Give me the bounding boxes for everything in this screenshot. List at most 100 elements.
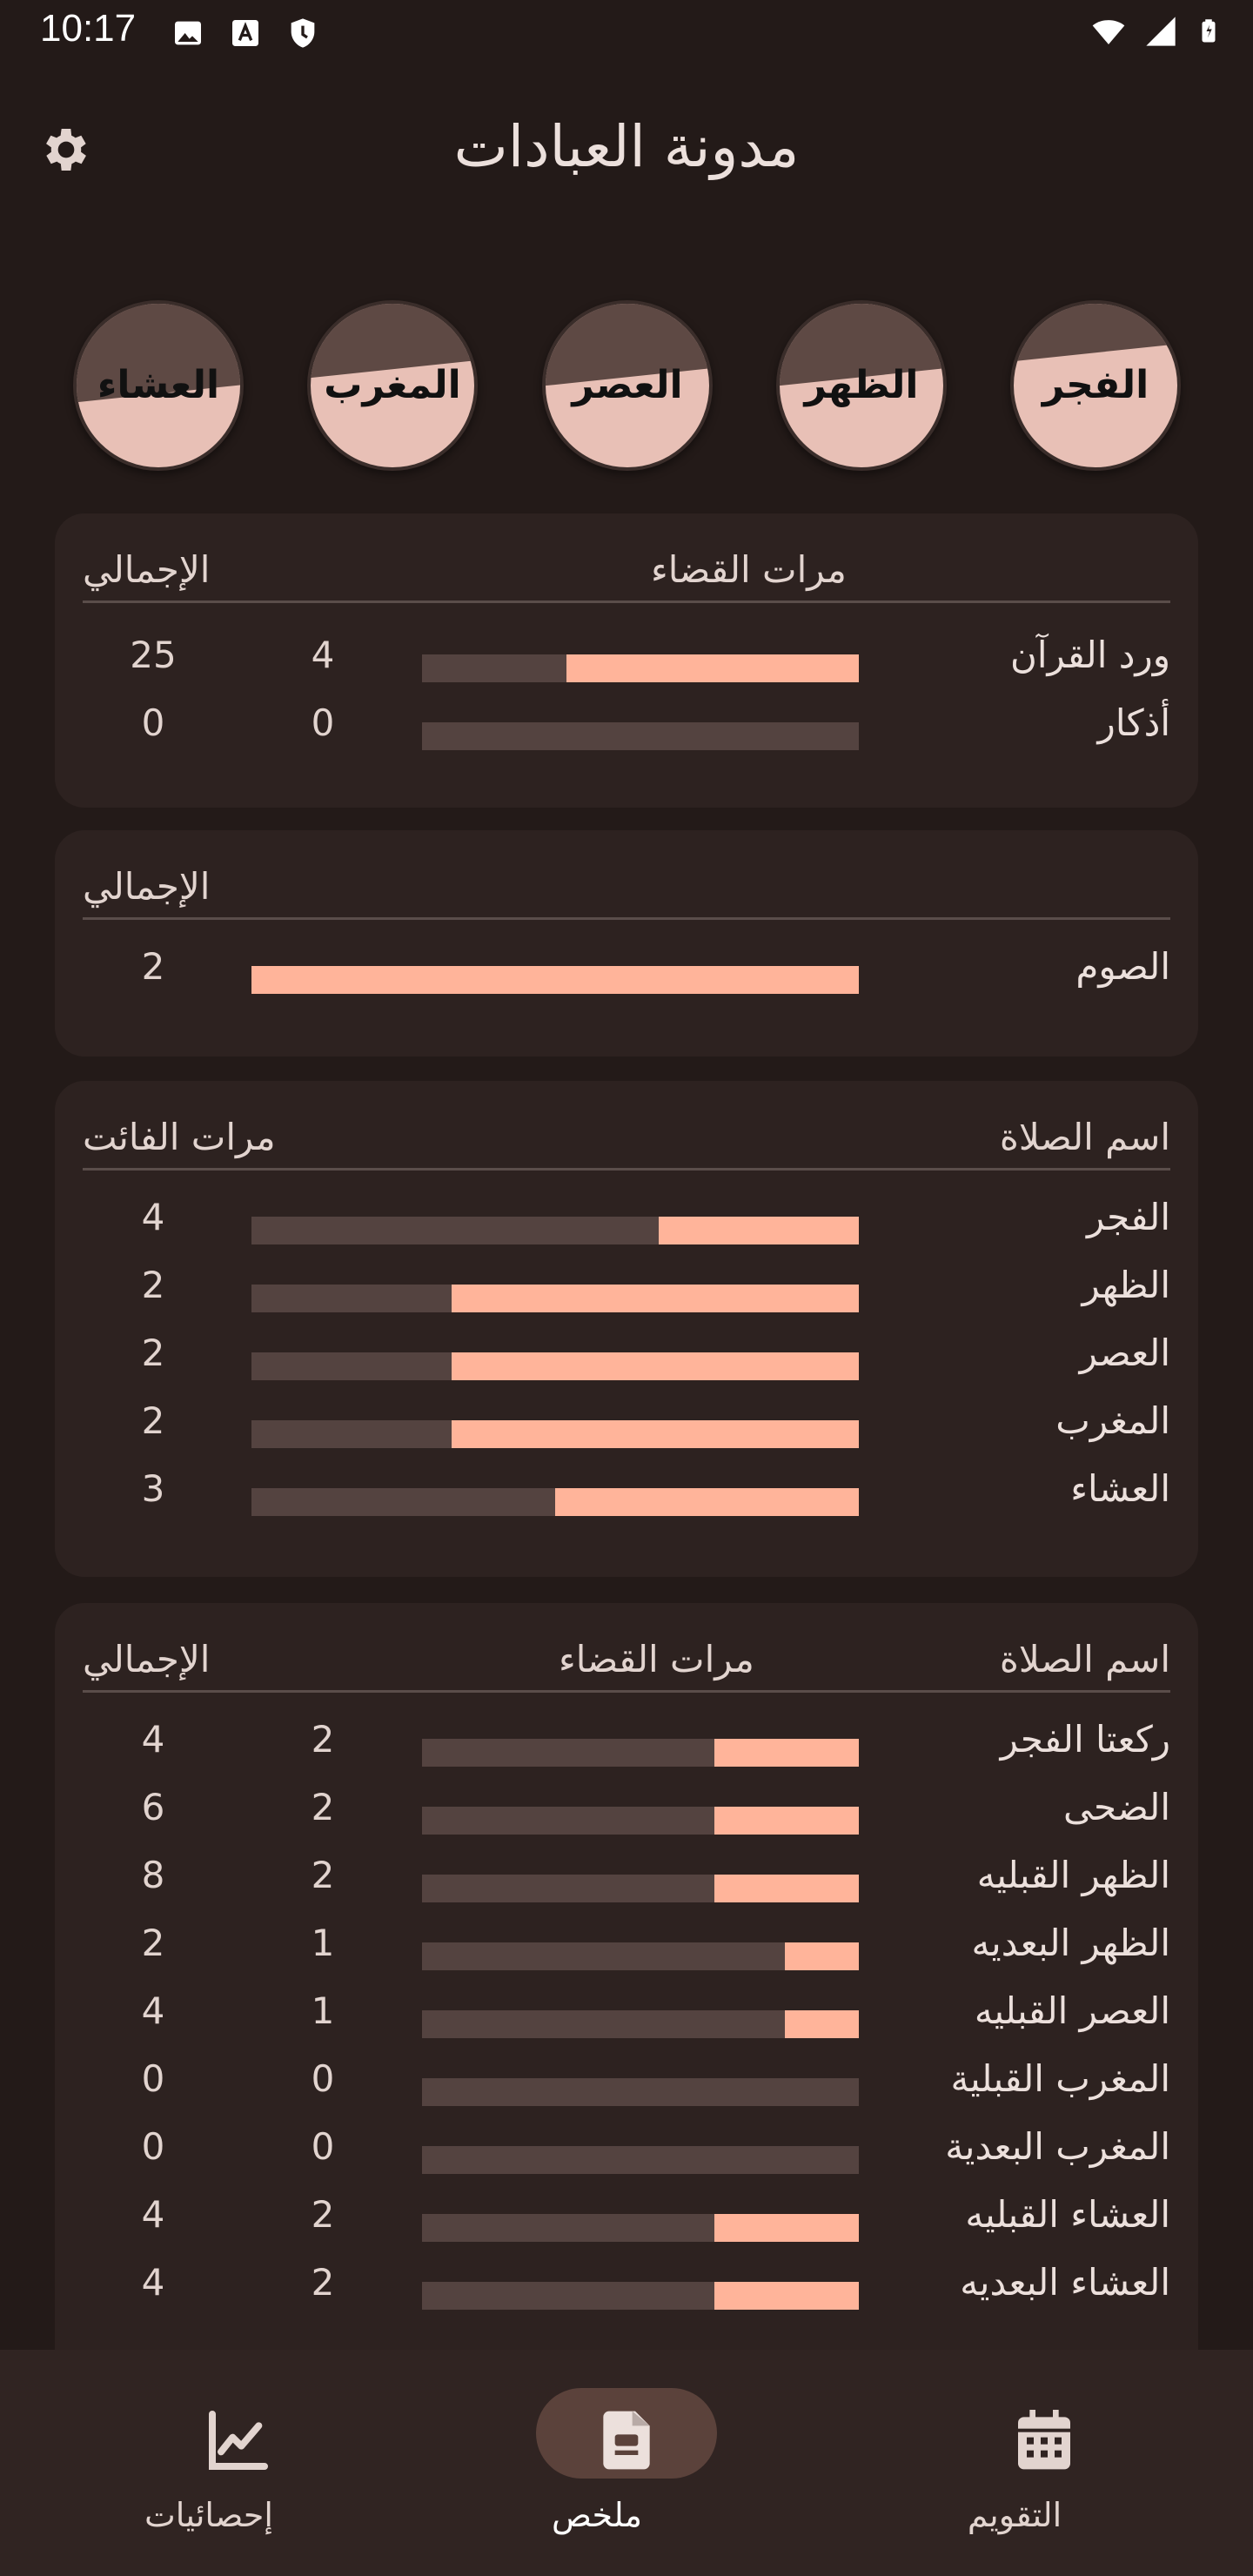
prayer-circle-dhuhr[interactable]: الظهر [776, 300, 947, 471]
nav-label: إحصائيات [144, 2496, 273, 2534]
total-count: 0 [141, 2057, 165, 2100]
circle-progress [1014, 304, 1177, 365]
circle-label: العصر [572, 363, 683, 407]
list-item: الظهر القبليه 2 8 [55, 1847, 1198, 1915]
calendar-icon [1018, 2410, 1070, 2470]
list-item: أذكار 0 0 [55, 694, 1198, 762]
row-label: الظهر البعديه [971, 1922, 1170, 1964]
card-header: مرات القضاء الإجمالي [83, 513, 1170, 603]
total-count: 4 [141, 1989, 165, 2032]
row-label: المغرب القبلية [950, 2057, 1170, 2100]
circle-label: المغرب [324, 363, 461, 407]
list-item: العشاء القبليه 2 4 [55, 2186, 1198, 2254]
missed-count: 2 [141, 1399, 165, 1442]
total-count: 25 [130, 634, 177, 676]
qada-count: 4 [311, 634, 335, 676]
header-prayer-name: اسم الصلاة [999, 1116, 1170, 1158]
prayer-circle-isha[interactable]: العشاء [73, 300, 244, 471]
qada-count: 1 [311, 1922, 335, 1964]
progress-bar [251, 966, 859, 994]
list-item: المغرب القبلية 0 0 [55, 2050, 1198, 2118]
list-item: ركعتا الفجر 2 4 [55, 1711, 1198, 1779]
progress-bar [422, 2146, 859, 2174]
quran-card: مرات القضاء الإجمالي ورد القرآن 4 25 أذك… [55, 513, 1198, 808]
prayer-circle-fajr[interactable]: الفجر [1010, 300, 1181, 471]
missed-count: 4 [141, 1196, 165, 1238]
progress-bar [422, 2078, 859, 2106]
signal-icon [1146, 17, 1176, 46]
header-qada: مرات القضاء [559, 1638, 754, 1680]
row-label: المغرب البعدية [945, 2125, 1170, 2168]
qada-count: 2 [311, 2261, 335, 2304]
list-item: العشاء 3 [55, 1460, 1198, 1528]
nav-label: التقويم [967, 2496, 1062, 2534]
row-label: العشاء [1070, 1467, 1170, 1510]
row-label: العشاء القبليه [965, 2193, 1170, 2236]
nav-item-summary[interactable]: ملخص [475, 2388, 719, 2545]
list-item: ورد القرآن 4 25 [55, 627, 1198, 694]
progress-bar [251, 1420, 859, 1448]
row-label: ركعتا الفجر [1000, 1718, 1170, 1761]
nav-item-calendar[interactable]: التقويم [893, 2388, 1136, 2545]
progress-bar [251, 1352, 859, 1380]
qada-count: 0 [311, 2057, 335, 2100]
progress-bar [251, 1285, 859, 1312]
list-item: الفجر 4 [55, 1189, 1198, 1257]
progress-bar [422, 1942, 859, 1970]
row-label: الضحى [1062, 1786, 1170, 1828]
list-item: العصر 2 [55, 1325, 1198, 1392]
prayer-circle-maghrib[interactable]: المغرب [307, 300, 478, 471]
status-time: 10:17 [40, 7, 137, 50]
row-label: العصر [1079, 1332, 1170, 1374]
row-label: الظهر [1082, 1264, 1170, 1306]
row-label: العصر القبليه [974, 1989, 1170, 2032]
progress-fill [784, 1942, 859, 1970]
progress-fill [566, 654, 859, 682]
progress-bar [422, 1739, 859, 1767]
shield-icon [291, 18, 315, 48]
header-qada: مرات القضاء [651, 548, 847, 591]
app-header: مدونة العبادات [0, 96, 1253, 200]
status-bar: 10:17 [0, 0, 1253, 70]
progress-bar [422, 654, 859, 682]
wifi-icon [1092, 20, 1125, 44]
total-count: 6 [141, 1786, 165, 1828]
missed-prayers-card: اسم الصلاة مرات الفائت الفجر 4 الظهر 2 ا… [55, 1081, 1198, 1577]
qada-count: 2 [311, 1786, 335, 1828]
progress-fill [452, 1285, 859, 1312]
progress-bar [422, 2010, 859, 2038]
total-count: 2 [141, 1922, 165, 1964]
progress-fill [714, 1807, 859, 1835]
list-item: الصوم 2 [55, 938, 1198, 1006]
progress-fill [784, 2010, 859, 2038]
row-label: أذكار [1097, 701, 1170, 744]
prayer-circles: الفجر الظهر العصر المغرب العشاء [0, 300, 1253, 474]
row-label: المغرب [1055, 1399, 1170, 1442]
progress-fill [251, 966, 859, 994]
prayer-circle-asr[interactable]: العصر [542, 300, 713, 471]
sunnah-prayers-card: اسم الصلاة مرات القضاء الإجمالي ركعتا ال… [55, 1603, 1198, 2386]
nav-label: ملخص [551, 2496, 643, 2534]
progress-fill [714, 2214, 859, 2242]
image-icon [175, 21, 201, 45]
progress-fill [714, 2282, 859, 2310]
missed-count: 2 [141, 1264, 165, 1306]
qada-count: 2 [311, 1718, 335, 1761]
total-count: 4 [141, 1718, 165, 1761]
nav-item-statistics[interactable]: إحصائيات [87, 2388, 331, 2545]
progress-bar [422, 2282, 859, 2310]
missed-count: 2 [141, 1332, 165, 1374]
list-item: الضحى 2 6 [55, 1779, 1198, 1847]
progress-fill [658, 1217, 859, 1244]
progress-bar [422, 722, 859, 750]
header-prayer-name: اسم الصلاة [999, 1638, 1170, 1680]
row-label: الصوم [1075, 945, 1170, 988]
bottom-nav: إحصائيات ملخص التقويم [0, 2350, 1253, 2576]
row-label: الفجر [1087, 1196, 1170, 1238]
total-count: 4 [141, 2193, 165, 2236]
total-count: 8 [141, 1854, 165, 1896]
progress-fill [714, 1739, 859, 1767]
total-count: 0 [141, 2125, 165, 2168]
card-header: اسم الصلاة مرات القضاء الإجمالي [83, 1603, 1170, 1693]
row-label: الظهر القبليه [976, 1854, 1170, 1896]
